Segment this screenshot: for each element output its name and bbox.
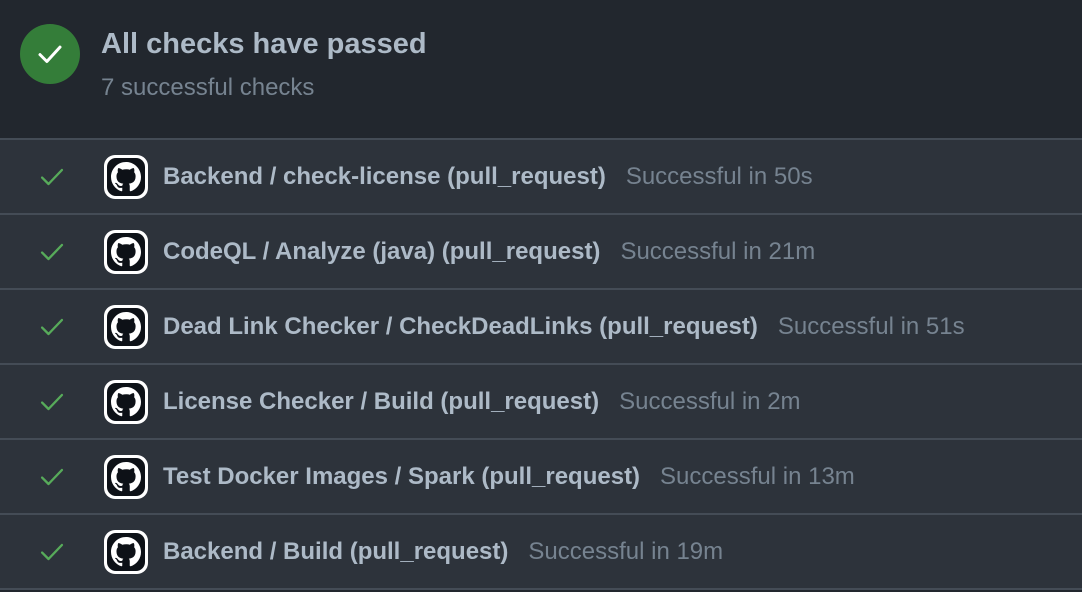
check-name[interactable]: License Checker / Build (pull_request) <box>163 388 599 415</box>
check-icon <box>38 238 66 266</box>
check-name[interactable]: CodeQL / Analyze (java) (pull_request) <box>163 238 600 265</box>
checks-summary-subtitle: 7 successful checks <box>101 74 315 101</box>
check-status: Successful in 51s <box>777 312 965 340</box>
check-row[interactable]: CodeQL / Analyze (java) (pull_request) Su… <box>0 215 1082 290</box>
check-name[interactable]: Backend / Build (pull_request) <box>163 538 508 565</box>
check-icon <box>38 163 66 191</box>
github-icon <box>104 154 148 199</box>
github-icon <box>104 454 148 499</box>
check-icon <box>38 463 66 491</box>
github-icon <box>104 229 148 274</box>
check-row[interactable]: Dead Link Checker / CheckDeadLinks (pull… <box>0 290 1082 365</box>
check-icon <box>38 388 66 416</box>
check-row[interactable]: Backend / Build (pull_request) Successful… <box>0 515 1082 590</box>
checks-panel: All checks have passed 7 successful chec… <box>0 0 1082 592</box>
check-icon <box>38 538 66 566</box>
checks-list: Backend / check-license (pull_request) Su… <box>0 138 1082 590</box>
check-row[interactable]: License Checker / Build (pull_request) Su… <box>0 365 1082 440</box>
check-name[interactable]: Dead Link Checker / CheckDeadLinks (pull… <box>163 313 758 340</box>
check-name[interactable]: Test Docker Images / Spark (pull_request… <box>163 463 640 490</box>
check-status: Successful in 2m <box>619 387 801 415</box>
check-name[interactable]: Backend / check-license (pull_request) <box>163 163 606 190</box>
check-status: Successful in 19m <box>528 537 724 565</box>
github-icon <box>104 379 148 424</box>
check-row[interactable]: Backend / check-license (pull_request) Su… <box>0 140 1082 215</box>
check-status: Successful in 50s <box>625 162 813 190</box>
github-icon <box>104 304 148 349</box>
check-circle-icon <box>20 24 80 84</box>
check-icon <box>38 313 66 341</box>
checks-summary-header[interactable]: All checks have passed 7 successful chec… <box>0 0 1082 138</box>
checks-summary-title: All checks have passed <box>101 28 427 60</box>
github-icon <box>104 529 148 574</box>
check-row[interactable]: Test Docker Images / Spark (pull_request… <box>0 440 1082 515</box>
check-status: Successful in 21m <box>620 237 816 265</box>
check-status: Successful in 13m <box>660 462 855 490</box>
